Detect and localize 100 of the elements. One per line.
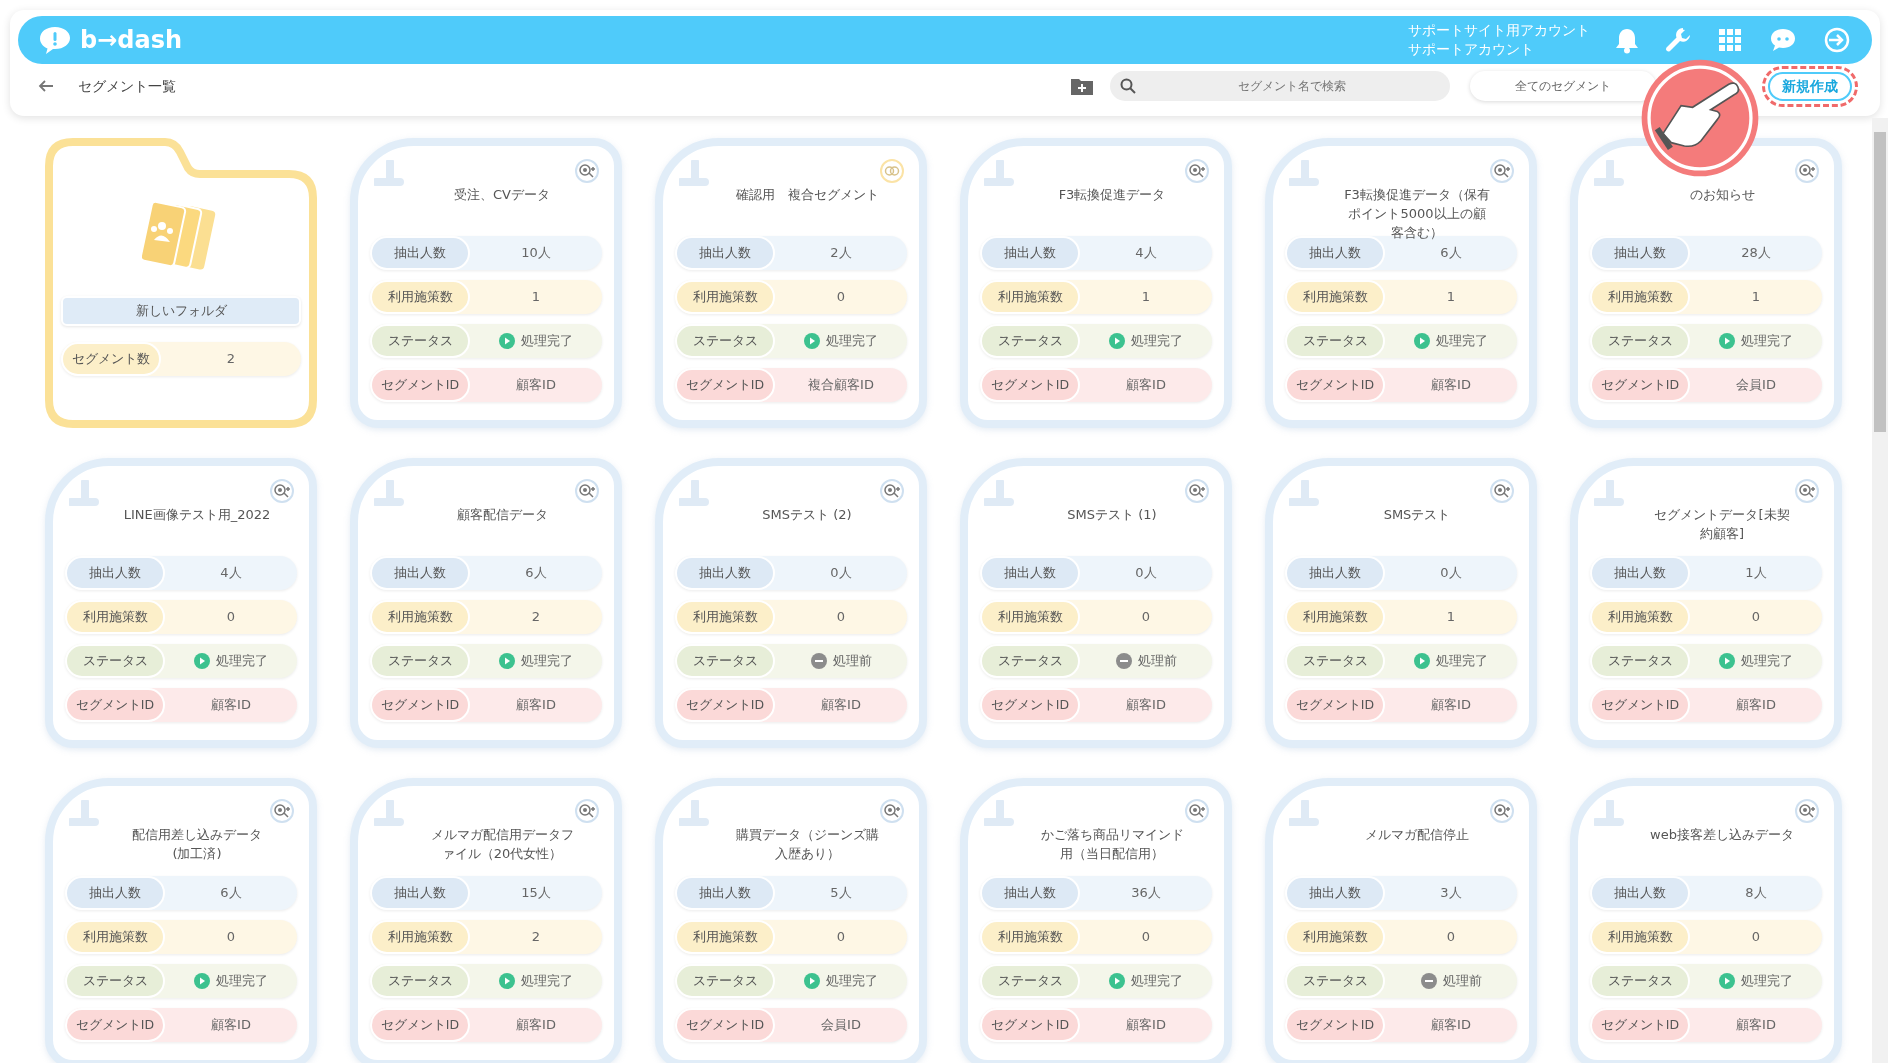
target-icon[interactable]	[574, 478, 600, 504]
target-icon[interactable]	[1794, 798, 1820, 824]
target-icon[interactable]	[1794, 478, 1820, 504]
back-arrow-icon[interactable]	[38, 79, 54, 93]
segment-card[interactable]: F3転換促進データ（保有ポイント5000以上の顧客含む） 抽出人数 6人 利用施策数 1 ステータス 処理完了 セグメントID 顧客ID	[1265, 138, 1537, 428]
field-label: 利用施策数	[1590, 920, 1690, 954]
target-icon[interactable]	[269, 478, 295, 504]
segment-card[interactable]: web接客差し込みデータ 抽出人数 8人 利用施策数 0 ステータス 処理完了 セグメントID 顧客ID	[1570, 778, 1842, 1063]
field-value: 0	[835, 288, 847, 307]
target-icon[interactable]	[1489, 478, 1515, 504]
field-value: 顧客ID	[515, 1016, 557, 1035]
field-label: 利用施策数	[675, 600, 775, 634]
target-icon[interactable]	[1184, 798, 1210, 824]
field-label: セグメントID	[1590, 688, 1690, 722]
status-text: 処理完了	[826, 972, 878, 991]
segment-filter-dropdown[interactable]: 全てのセグメント	[1470, 71, 1656, 101]
segment-card[interactable]: メルマガ配信停止 抽出人数 3人 利用施策数 0 ステータス 処理前 セグメントID 顧客ID	[1265, 778, 1537, 1063]
field-value: 顧客ID	[1430, 376, 1472, 395]
field-value: 6人	[1439, 244, 1463, 263]
segment-card[interactable]: メルマガ配信用データファイル（20代女性） 抽出人数 15人 利用施策数 2 ステータス 処理完了 セグメントID 顧客ID	[350, 778, 622, 1063]
segment-card[interactable]: かご落ち商品リマインド用（当日配信用） 抽出人数 36人 利用施策数 0 ステータス 処理完了 セグメントID 顧客ID	[960, 778, 1232, 1063]
field-label: セグメントID	[980, 1008, 1080, 1042]
segment-card[interactable]: F3転換促進データ 抽出人数 4人 利用施策数 1 ステータス 処理完了 セグメントID 顧客ID	[960, 138, 1232, 428]
field-label: 抽出人数	[980, 236, 1080, 270]
field-value: 0人	[1134, 564, 1158, 583]
field-label: ステータス	[675, 644, 775, 678]
field-label: ステータス	[1590, 644, 1690, 678]
field-label: ステータス	[370, 964, 470, 998]
status-text: 処理完了	[521, 652, 573, 671]
field-label: ステータス	[1590, 324, 1690, 358]
segment-title: SMSテスト (2)	[762, 507, 852, 522]
field-label: 抽出人数	[1590, 236, 1690, 270]
segment-title: かご落ち商品リマインド用（当日配信用）	[1040, 827, 1184, 861]
field-label: セグメントID	[370, 688, 470, 722]
add-folder-icon[interactable]	[1070, 76, 1094, 96]
status-text: 処理完了	[1741, 972, 1793, 991]
segment-card[interactable]: SMSテスト (1) 抽出人数 0人 利用施策数 0 ステータス 処理前 セグメントID 顧客ID	[960, 458, 1232, 748]
field-value: 0	[1750, 608, 1762, 627]
field-value: 顧客ID	[1125, 696, 1167, 715]
field-value: 1人	[1744, 564, 1768, 583]
field-label: 利用施策数	[675, 920, 775, 954]
segment-card[interactable]: LINE画像テスト用_2022 抽出人数 4人 利用施策数 0 ステータス 処理完了 セグメントID 顧客ID	[45, 458, 317, 748]
field-value: 顧客ID	[1735, 1016, 1777, 1035]
segment-card[interactable]: SMSテスト 抽出人数 0人 利用施策数 1 ステータス 処理完了 セグメントID 顧客ID	[1265, 458, 1537, 748]
field-label: ステータス	[65, 964, 165, 998]
field-label: 利用施策数	[65, 600, 165, 634]
segment-card[interactable]: のお知らせ 抽出人数 28人 利用施策数 1 ステータス 処理完了 セグメントID 会員ID	[1570, 138, 1842, 428]
field-label: 抽出人数	[1590, 876, 1690, 910]
target-icon[interactable]	[1489, 798, 1515, 824]
field-label: ステータス	[1590, 964, 1690, 998]
field-label: セグメントID	[675, 688, 775, 722]
field-value: 0人	[829, 564, 853, 583]
field-value: 顧客ID	[820, 696, 862, 715]
field-label: 抽出人数	[370, 236, 470, 270]
target-icon[interactable]	[269, 798, 295, 824]
segment-card[interactable]: 確認用 複合セグメント 抽出人数 2人 利用施策数 0 ステータス 処理完了 セグメントID 複合顧客ID	[655, 138, 927, 428]
field-value: 顧客ID	[515, 376, 557, 395]
segment-card[interactable]: セグメントデータ[未契約顧客] 抽出人数 1人 利用施策数 0 ステータス 処理完了 セグメントID 顧客ID	[1570, 458, 1842, 748]
field-label: 利用施策数	[1285, 280, 1385, 314]
segment-card[interactable]: SMSテスト (2) 抽出人数 0人 利用施策数 0 ステータス 処理前 セグメントID 顧客ID	[655, 458, 927, 748]
field-value: 2	[530, 928, 542, 947]
field-value: 0人	[1439, 564, 1463, 583]
field-label: 抽出人数	[65, 556, 165, 590]
status-text: 処理完了	[521, 332, 573, 351]
segment-title: SMSテスト (1)	[1067, 507, 1157, 522]
segment-title: LINE画像テスト用_2022	[123, 507, 271, 522]
target-icon[interactable]	[574, 798, 600, 824]
field-label: セグメント数	[61, 342, 161, 376]
field-label: セグメントID	[65, 688, 165, 722]
field-label: 抽出人数	[65, 876, 165, 910]
field-label: 抽出人数	[675, 876, 775, 910]
field-label: セグメントID	[980, 368, 1080, 402]
segment-card[interactable]: 顧客配信データ 抽出人数 6人 利用施策数 2 ステータス 処理完了 セグメントID 顧客ID	[350, 458, 622, 748]
field-value: 0	[1445, 928, 1457, 947]
field-label: 抽出人数	[1285, 556, 1385, 590]
segment-card[interactable]: 配信用差し込みデータ(加工済) 抽出人数 6人 利用施策数 0 ステータス 処理完了 セグメントID 顧客ID	[45, 778, 317, 1063]
segment-title: 購買データ（ジーンズ購入歴あり）	[735, 827, 879, 861]
target-icon[interactable]	[1489, 158, 1515, 184]
field-value: 10人	[520, 244, 552, 263]
target-icon[interactable]	[1794, 158, 1820, 184]
target-icon[interactable]	[879, 478, 905, 504]
field-value: 4人	[1134, 244, 1158, 263]
field-value: 3人	[1439, 884, 1463, 903]
field-label: セグメントID	[675, 1008, 775, 1042]
status-text: 処理完了	[521, 972, 573, 991]
target-icon[interactable]	[1184, 158, 1210, 184]
field-label: ステータス	[65, 644, 165, 678]
status-text: 処理完了	[216, 652, 268, 671]
segment-card[interactable]: 受注、CVデータ 抽出人数 10人 利用施策数 1 ステータス 処理完了 セグメントID 顧客ID	[350, 138, 622, 428]
search-field[interactable]: セグメント名で検索	[1110, 71, 1450, 101]
target-icon[interactable]	[1184, 478, 1210, 504]
segment-card[interactable]: 購買データ（ジーンズ購入歴あり） 抽出人数 5人 利用施策数 0 ステータス 処理完了 セグメントID 会員ID	[655, 778, 927, 1063]
field-value: 2	[530, 608, 542, 627]
target-icon[interactable]	[879, 798, 905, 824]
scrollbar[interactable]	[1872, 118, 1888, 1063]
folder-card[interactable]: 新しいフォルダ セグメント数 2	[45, 138, 317, 428]
field-value: 1	[1750, 288, 1762, 307]
field-value: 複合顧客ID	[807, 376, 875, 395]
speech-bubble-logo-icon	[38, 25, 72, 55]
target-icon[interactable]	[574, 158, 600, 184]
